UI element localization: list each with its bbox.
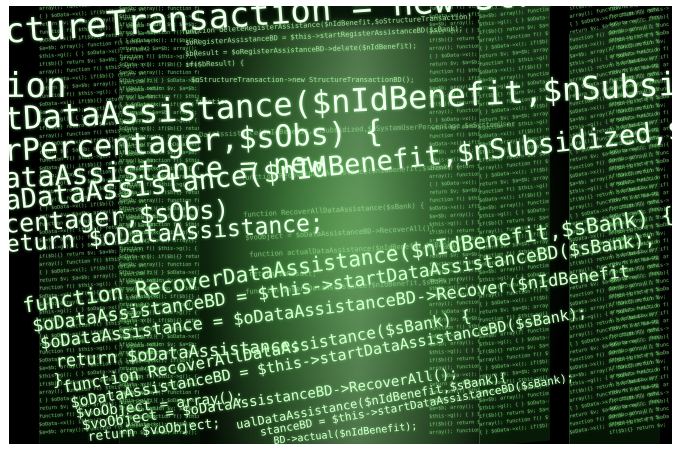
code-corridor-scene: $oData->x(); if($b){} return $v; $a=$b; … [9,6,672,444]
photo-frame: $oData->x(); if($b){} return $v; $a=$b; … [9,6,672,444]
